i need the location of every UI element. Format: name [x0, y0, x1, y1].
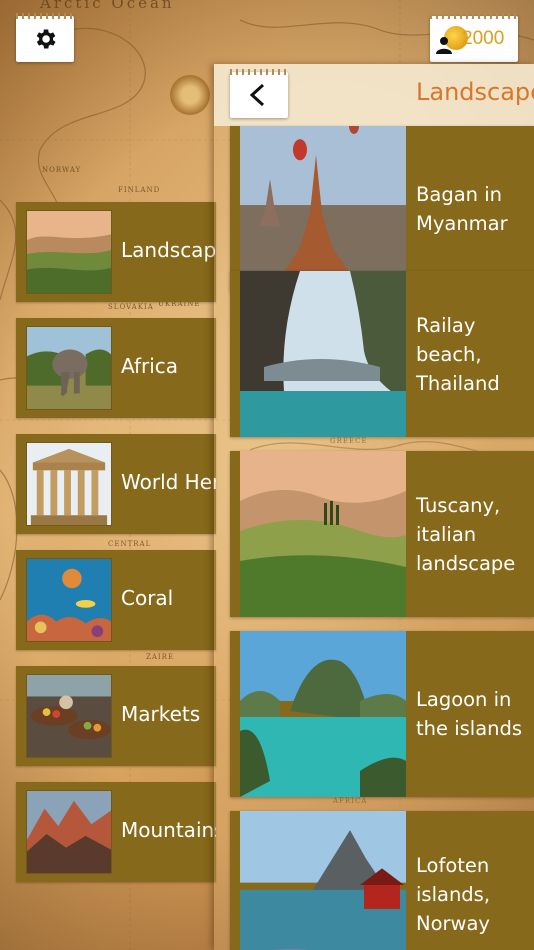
- puzzle-label: Bagan in Myanmar: [416, 183, 508, 235]
- category-item-world-heritage[interactable]: World Heritage: [16, 434, 216, 534]
- coin-balance[interactable]: 2000: [430, 13, 518, 62]
- back-button[interactable]: [230, 69, 288, 118]
- category-item-landscapes[interactable]: Landscapes: [16, 202, 216, 302]
- railay-beach-photo: [240, 271, 406, 437]
- puzzle-label: Railay beach, Thailand: [416, 313, 500, 395]
- note-binding: [430, 13, 518, 19]
- puzzle-item-lofoten[interactable]: Lofoten islands, Norway: [230, 811, 534, 950]
- puzzle-label: Lofoten islands, Norway: [416, 853, 491, 935]
- landscape-thumbnail: [26, 210, 112, 294]
- category-item-coral[interactable]: Coral: [16, 550, 216, 650]
- puzzle-label: Tuscany, italian landscape: [416, 493, 516, 575]
- category-label: Mountains: [121, 818, 216, 842]
- category-item-mountains[interactable]: Mountains: [16, 782, 216, 882]
- person-icon: [436, 37, 452, 54]
- category-item-africa[interactable]: Africa: [16, 318, 216, 418]
- map-label-ocean: Arctic Ocean: [40, 0, 175, 12]
- panel-title: Landscapes: [416, 78, 534, 106]
- bagan-temple-photo: [240, 126, 406, 292]
- tuscany-hills-photo: [240, 451, 406, 617]
- map-label: SLOVAKIA: [108, 303, 154, 311]
- compass-icon: [170, 75, 210, 115]
- category-label: Markets: [121, 702, 201, 726]
- lagoon-islands-photo: [240, 631, 406, 797]
- coral-reef-thumbnail: [26, 558, 112, 642]
- lofoten-village-photo: [240, 811, 406, 950]
- floating-market-thumbnail: [26, 674, 112, 758]
- temple-thumbnail: [26, 442, 112, 526]
- puzzle-item-tuscany[interactable]: Tuscany, italian landscape: [230, 451, 534, 617]
- category-label: Coral: [121, 586, 174, 610]
- category-label: Africa: [121, 354, 179, 378]
- map-label: NORWAY: [42, 166, 82, 174]
- coin-count: 2000: [462, 28, 505, 49]
- category-label: World Heritage: [121, 470, 216, 494]
- puzzle-label: Lagoon in the islands: [416, 688, 523, 740]
- map-label: CENTRAL: [108, 540, 152, 548]
- map-label: FINLAND: [118, 186, 161, 194]
- note-binding: [16, 13, 74, 19]
- panel-header: Landscapes: [214, 64, 534, 126]
- category-item-markets[interactable]: Markets: [16, 666, 216, 766]
- mountain-thumbnail: [26, 790, 112, 874]
- map-label: ZAIRE: [146, 653, 175, 661]
- category-label: Landscapes: [121, 238, 216, 262]
- chevron-left-icon: [249, 83, 265, 107]
- puzzle-item-bagan[interactable]: Bagan in Myanmar: [230, 126, 534, 292]
- elephant-thumbnail: [26, 326, 112, 410]
- puzzle-item-railay[interactable]: Railay beach, Thailand: [230, 271, 534, 437]
- note-binding: [230, 69, 288, 75]
- puzzle-item-lagoon[interactable]: Lagoon in the islands: [230, 631, 534, 797]
- gear-icon: [36, 29, 56, 49]
- settings-button[interactable]: [16, 13, 74, 62]
